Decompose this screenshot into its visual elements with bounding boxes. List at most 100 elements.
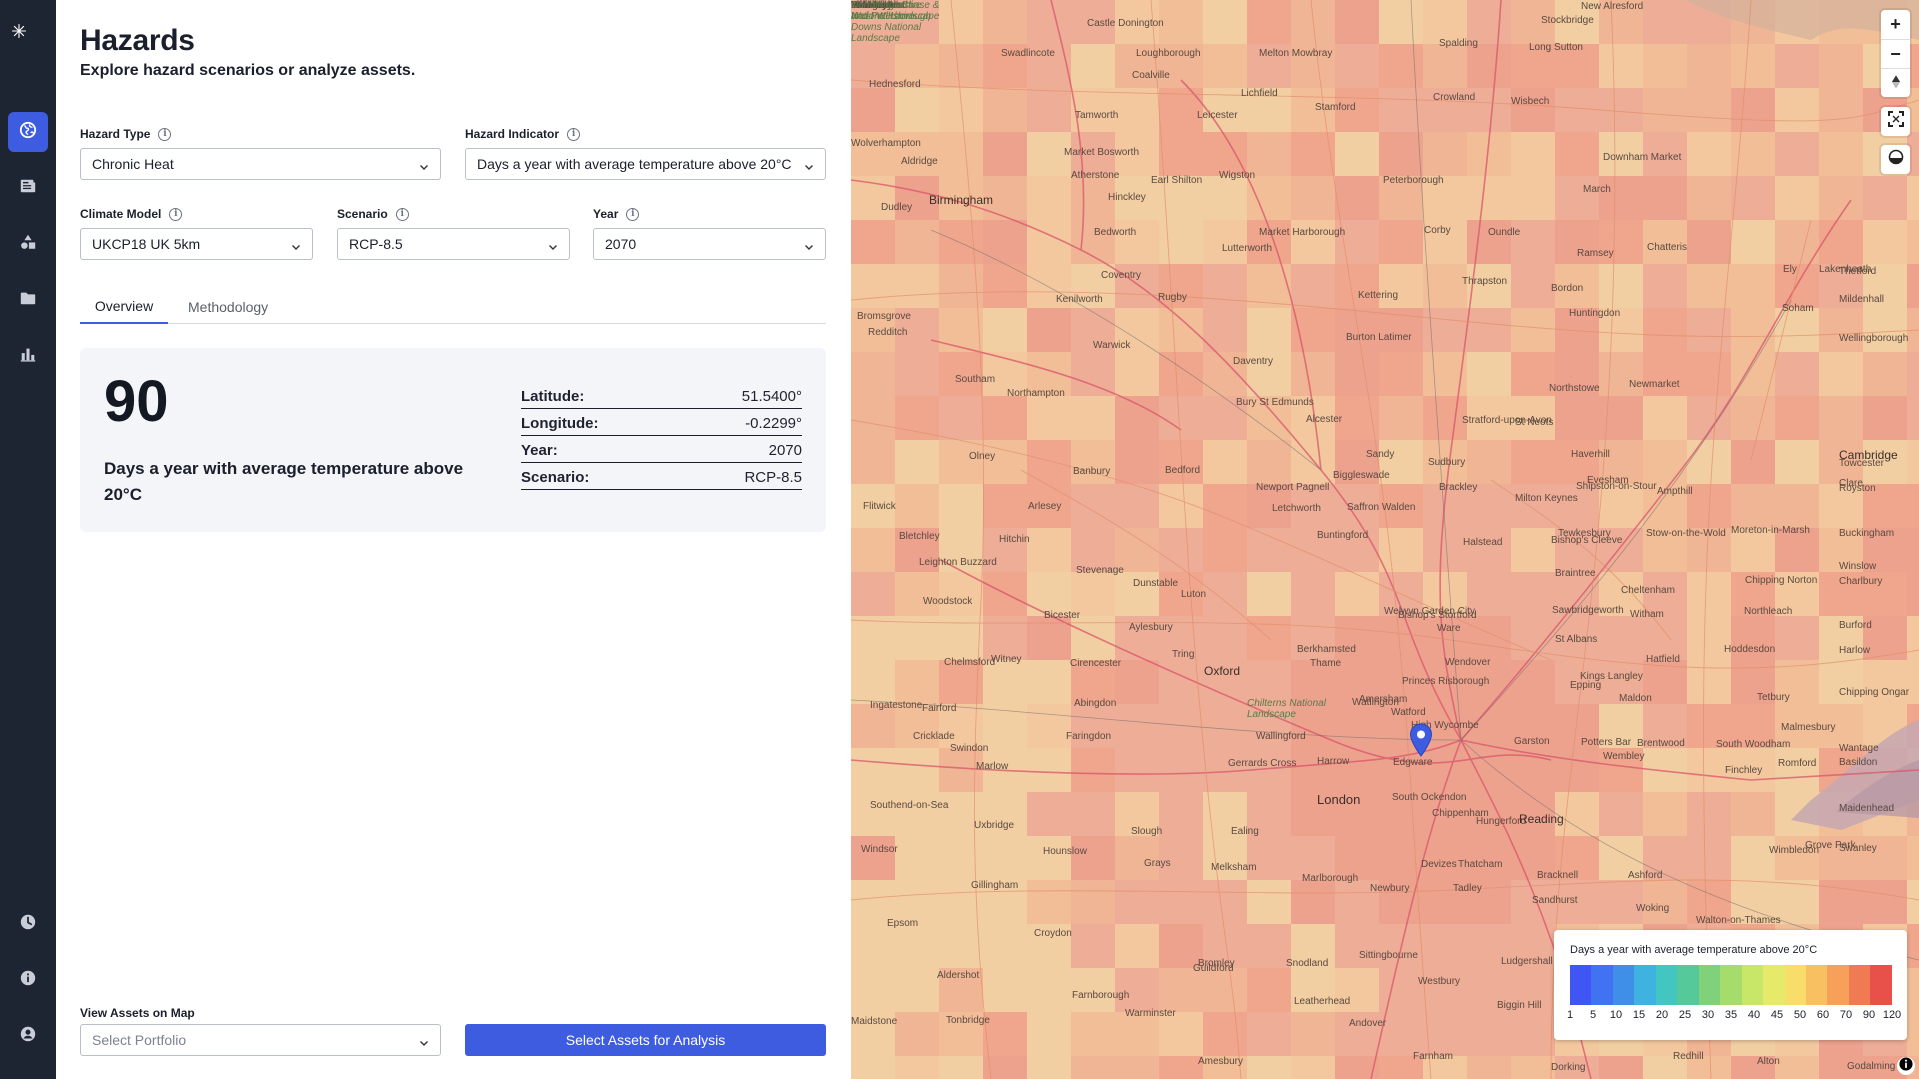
map-place-label: Watlington [1352,697,1399,708]
map-place-label: Romford [1778,758,1817,769]
map-place-label: Bishop's Cleeve [1551,535,1623,546]
legend-swatch [1741,965,1764,1005]
climate-model-value: UKCP18 UK 5km [92,236,201,252]
legend-tick-label: 90 [1862,1009,1876,1021]
location-marker-icon[interactable] [1409,723,1433,757]
map-place-label: Sittingbourne [1359,950,1418,961]
nav-folder-button[interactable] [8,280,48,320]
hazard-type-select[interactable]: Chronic Heat [80,148,441,180]
map-place-label: Shipston-on-Stour [1576,481,1657,492]
expand-icon [1887,111,1904,132]
map-place-label: Epping [1570,680,1602,691]
map-place-label: Walton-on-Thames [1696,915,1781,926]
map-place-label: Sandy [1366,449,1395,460]
info-icon[interactable]: i [567,127,581,141]
result-card: 90 Days a year with average temperature … [80,348,826,532]
map-place-label: Slough [1131,826,1163,837]
map-place-label: Newmarket [1629,379,1680,390]
map-place-label: Wigston [1219,170,1256,181]
map-place-label: Ampthill [1657,486,1693,497]
chevron-down-icon [291,239,301,250]
hazard-type-label-text: Hazard Type [80,127,151,141]
legend-swatch [1784,965,1806,1005]
climate-model-select[interactable]: UKCP18 UK 5km [80,228,313,260]
map-place-label: Ely [1783,264,1797,275]
map-place-label: Wembley [1603,751,1645,762]
map-place-label: Alton [1757,1056,1780,1067]
map-place-label: Flitwick [863,501,896,512]
nav-globe-button[interactable] [8,112,48,152]
map-place-label: Leicester [1197,110,1238,121]
year-label: Year i [593,207,640,221]
map-place-label: Cricklade [913,731,955,742]
map-place-label: Soham [1782,303,1814,314]
map-place-label: Tonbridge [946,1015,990,1026]
map-place-label: South Ockendon [1392,792,1467,803]
map-place-label: Ludgershall [1501,956,1553,967]
map-place-label: Harlow [1839,645,1871,656]
hazard-indicator-select[interactable]: Days a year with average temperature abo… [465,148,826,180]
nav-history-button[interactable] [8,904,48,944]
map-place-label: Garston [1514,736,1550,747]
map-place-label: Kenilworth [1056,294,1103,305]
zoom-in-button[interactable]: + [1881,10,1910,39]
nav-shapes-button[interactable] [8,224,48,264]
nav-account-button[interactable] [8,1016,48,1056]
water-drop-icon [1888,149,1904,170]
nav-news-button[interactable] [8,168,48,208]
opacity-toggle-button[interactable] [1881,145,1910,174]
select-assets-button[interactable]: Select Assets for Analysis [465,1024,826,1056]
legend-swatch [1805,965,1828,1005]
map-place-label: Amesbury [1198,1056,1244,1067]
year-select[interactable]: 2070 [593,228,826,260]
map-place-label: Winslow [1839,561,1877,572]
attribution-button[interactable] [1897,1056,1915,1076]
tab-methodology[interactable]: Methodology [172,290,284,324]
map-place-label: Ingatestone [870,700,923,711]
legend-swatch [1655,965,1678,1005]
app-logo-icon[interactable] [10,22,46,58]
folder-icon [19,289,37,312]
map-place-label: Towcester [1839,458,1885,469]
nav-analytics-button[interactable] [8,336,48,376]
scenario-label-text: Scenario [337,207,388,221]
map-place-label: Northstowe [1549,383,1600,394]
nav-rail [0,0,56,1079]
map-place-label: Downham Market [1603,152,1682,163]
map-place-label: Sudbury [1428,457,1466,468]
map-place-label: New Alresford [1581,1,1644,12]
legend-tick-label: 45 [1770,1009,1784,1021]
nav-info-button[interactable] [8,960,48,1000]
map-place-label: Brackley [1439,482,1478,493]
tab-overview[interactable]: Overview [80,290,168,324]
fullscreen-control [1881,107,1910,136]
detail-value: -0.2299° [745,415,802,432]
map-place-label: Epsom [887,918,919,929]
reset-north-button[interactable] [1881,68,1910,97]
map-place-label: Hinckley [1108,192,1146,203]
map-place-label: Earl Shilton [1151,175,1203,186]
hazard-indicator-label: Hazard Indicator i [465,127,581,141]
map-place-label: Buckingham [1839,528,1895,539]
info-icon [1899,1056,1913,1076]
chevron-down-icon [804,159,814,170]
portfolio-select[interactable]: Select Portfolio [80,1024,441,1056]
fullscreen-button[interactable] [1881,107,1910,136]
info-icon[interactable]: i [169,207,183,221]
detail-key: Latitude: [521,388,585,405]
map-place-label: Tring [1172,649,1195,660]
hazard-map[interactable]: Castle Donington Spalding Long Sutton Swadl… [851,0,1919,1079]
legend-tick-label: 120 [1882,1009,1902,1021]
map-place-label: Melksham [1211,862,1257,873]
map-place-label: Bracknell [1537,870,1579,881]
scenario-select[interactable]: RCP-8.5 [337,228,570,260]
climate-model-label-text: Climate Model [80,207,162,221]
map-place-label: Grays [1144,858,1171,869]
map-place-label: Hednesford [869,79,921,90]
info-icon[interactable]: i [158,127,172,141]
map-place-label: Ealing [1231,826,1259,837]
zoom-out-button[interactable]: − [1881,39,1910,68]
map-place-label: Banbury [1073,466,1111,477]
info-icon[interactable]: i [395,207,409,221]
info-icon[interactable]: i [626,207,640,221]
